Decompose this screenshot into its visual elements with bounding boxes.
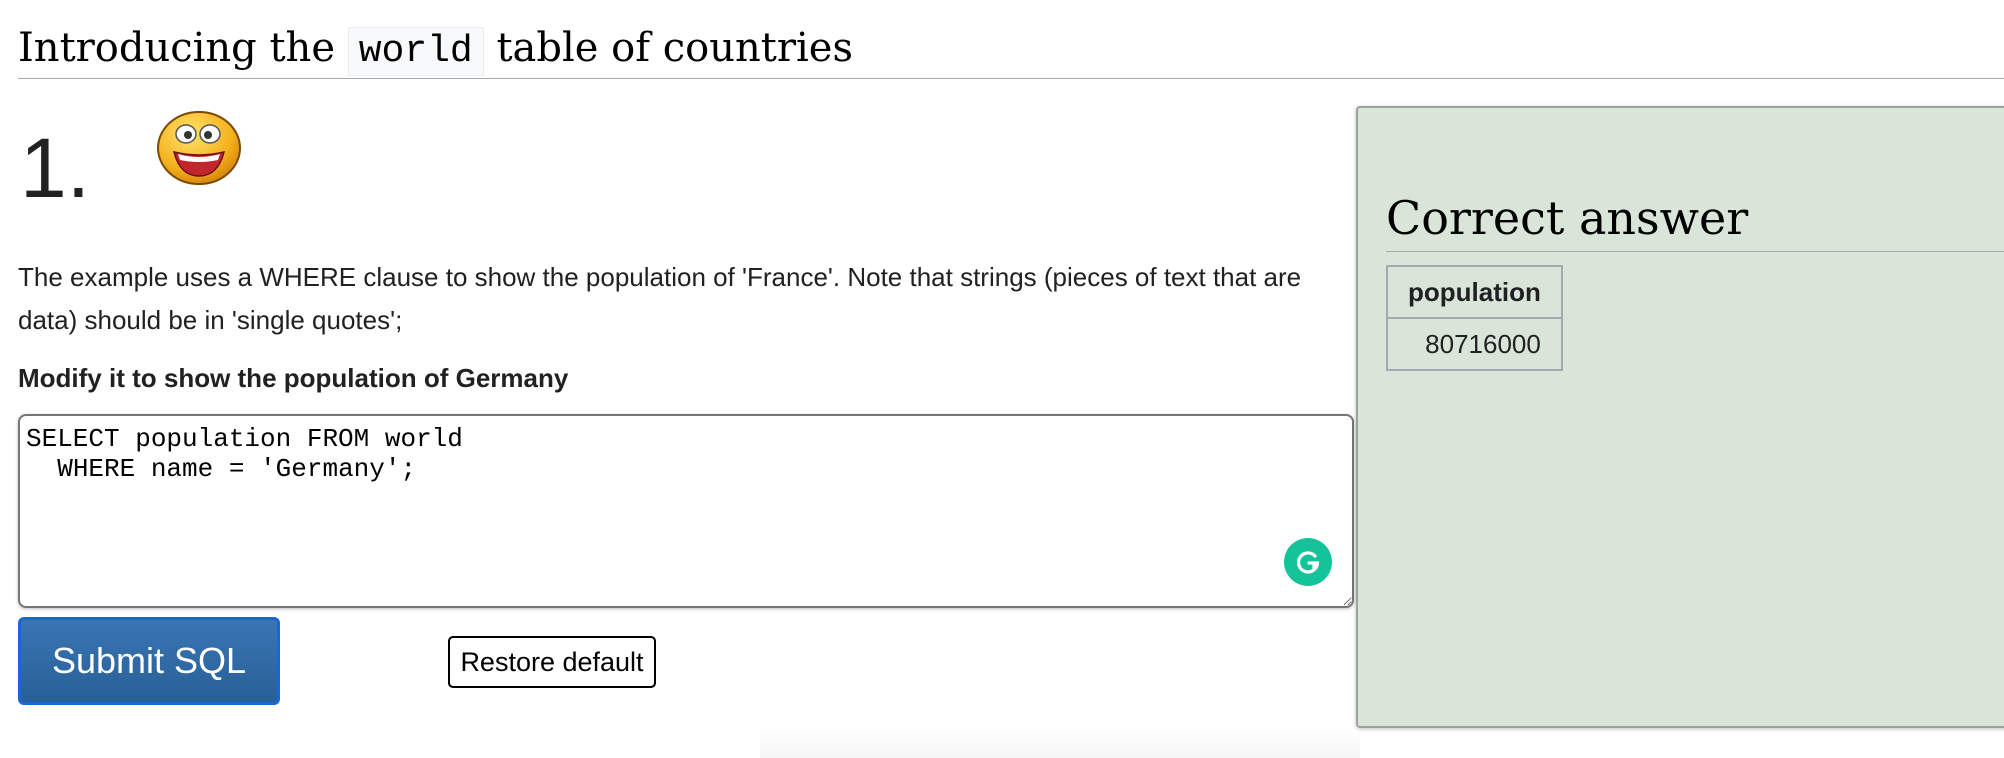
submit-sql-button[interactable]: Submit SQL <box>18 617 280 705</box>
answer-divider <box>1386 251 2004 252</box>
page-bottom-fade <box>760 728 1360 758</box>
answer-table: population 80716000 <box>1386 265 1563 371</box>
question-description: The example uses a WHERE clause to show … <box>18 262 1302 335</box>
title-prefix: Introducing the <box>18 25 335 71</box>
title-code: world <box>347 27 484 76</box>
answer-heading: Correct answer <box>1386 191 1749 245</box>
table-row: 80716000 <box>1386 317 1563 371</box>
table-cell-population: 80716000 <box>1386 317 1563 371</box>
title-divider <box>18 78 2004 79</box>
page-title: Introducing the world table of countries <box>18 18 2004 82</box>
answer-panel: Correct answer population 80716000 <box>1356 106 2004 728</box>
question-instruction: Modify it to show the population of Germ… <box>18 363 569 393</box>
sql-editor[interactable]: SELECT population FROM world WHERE name … <box>18 414 1354 608</box>
column-header-population: population <box>1386 265 1563 319</box>
question-number: 1. <box>20 121 91 215</box>
smiley-icon <box>157 111 241 185</box>
answer-table-header-row: population <box>1386 265 1563 319</box>
title-suffix: table of countries <box>496 25 853 71</box>
restore-default-button[interactable]: Restore default <box>448 636 656 688</box>
grammarly-icon[interactable] <box>1284 538 1332 586</box>
